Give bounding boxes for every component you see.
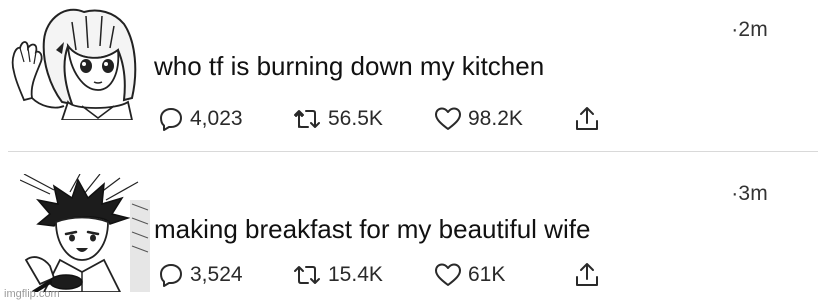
- tweet-divider: [8, 151, 818, 152]
- tweet-text: making breakfast for my beautiful wife: [154, 214, 591, 244]
- avatar-drawing: [19, 173, 150, 294]
- like-count: 61K: [468, 263, 506, 286]
- reply-icon: [160, 108, 182, 131]
- watermark: imgflip.com: [4, 288, 60, 300]
- like-count: 98.2K: [468, 107, 523, 130]
- reply-button[interactable]: 4,023: [158, 104, 243, 134]
- tweet-actions: 3,524 15.4K 61K: [158, 260, 618, 290]
- share-button[interactable]: [574, 104, 600, 134]
- tweet-2: ·3m making breakfast for my beautiful wi…: [0, 154, 826, 302]
- avatar-manga-boy[interactable]: [19, 173, 150, 294]
- reply-icon: [160, 264, 182, 287]
- avatar-drawing: [11, 8, 137, 121]
- share-icon: [576, 263, 598, 286]
- tweet-timestamp[interactable]: ·2m: [731, 18, 768, 42]
- retweet-button[interactable]: 15.4K: [292, 260, 383, 290]
- tweet-actions: 4,023 56.5K 98.2K: [158, 104, 618, 134]
- avatar-manga-girl[interactable]: [6, 2, 146, 121]
- tweet-1: ·2m who tf is burning down my kitchen 4,…: [0, 0, 826, 152]
- retweet-icon: [294, 266, 320, 284]
- reply-button[interactable]: 3,524: [158, 260, 243, 290]
- retweet-count: 15.4K: [328, 263, 383, 286]
- like-button[interactable]: 61K: [434, 260, 505, 290]
- retweet-button[interactable]: 56.5K: [292, 104, 383, 134]
- heart-icon: [435, 263, 461, 286]
- tweet-timestamp[interactable]: ·3m: [731, 182, 768, 206]
- like-button[interactable]: 98.2K: [434, 104, 523, 134]
- reply-count: 3,524: [190, 263, 243, 286]
- share-icon: [576, 107, 598, 130]
- reply-count: 4,023: [190, 107, 243, 130]
- retweet-icon: [294, 110, 320, 128]
- heart-icon: [435, 107, 461, 130]
- tweet-text: who tf is burning down my kitchen: [154, 51, 545, 81]
- share-button[interactable]: [574, 260, 600, 290]
- retweet-count: 56.5K: [328, 107, 383, 130]
